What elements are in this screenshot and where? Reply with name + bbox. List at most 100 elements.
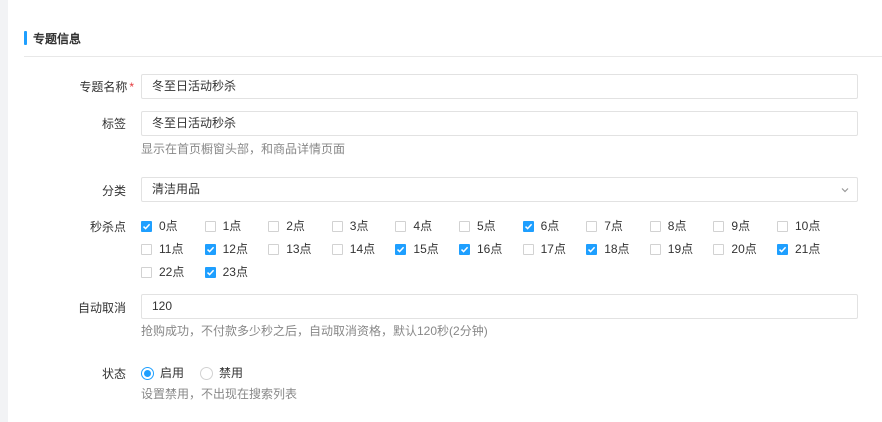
checkbox-unchecked-icon[interactable] xyxy=(268,243,280,255)
checkbox-checked-icon[interactable] xyxy=(522,220,534,232)
checkbox-unchecked-icon[interactable] xyxy=(331,220,343,232)
seckill-hour-option[interactable]: 16点 xyxy=(459,242,502,256)
checkbox-unchecked-icon[interactable] xyxy=(141,266,152,278)
checkbox-unchecked-icon[interactable] xyxy=(522,243,534,255)
seckill-hour-label: 11点 xyxy=(159,242,184,256)
status-hint: 设置禁用，不出现在搜索列表 xyxy=(141,387,298,401)
seckill-hour-option[interactable]: 11点 xyxy=(141,242,183,256)
status-label: 状态 xyxy=(101,367,126,381)
seckill-hour-label: 21点 xyxy=(795,242,821,256)
seckill-hour-option[interactable]: 2点 xyxy=(268,219,305,233)
seckill-hour-option[interactable]: 13点 xyxy=(268,242,312,256)
seckill-hour-option[interactable]: 21点 xyxy=(777,242,820,256)
seckill-hour-option[interactable]: 5点 xyxy=(459,219,496,233)
seckill-hour-label: 7点 xyxy=(604,219,623,233)
left-panel-edge xyxy=(0,0,8,422)
seckill-hour-label: 23点 xyxy=(222,265,248,279)
status-option[interactable]: 禁用 xyxy=(200,366,243,380)
section-title: 专题信息 xyxy=(33,31,82,46)
tag-hint: 显示在首页橱窗头部，和商品详情页面 xyxy=(141,142,346,156)
seckill-hour-option[interactable]: 3点 xyxy=(331,219,369,233)
chevron-down-icon xyxy=(841,187,849,192)
seckill-hour-label: 3点 xyxy=(349,219,369,233)
checkbox-unchecked-icon[interactable] xyxy=(713,220,725,232)
seckill-hour-option[interactable]: 10点 xyxy=(777,219,820,233)
seckill-hour-option[interactable]: 4点 xyxy=(395,219,432,233)
category-label: 分类 xyxy=(101,184,126,198)
checkbox-unchecked-icon[interactable] xyxy=(395,220,407,232)
name-label-row: 专题名称 * xyxy=(8,79,134,95)
seckill-hour-option[interactable]: 18点 xyxy=(586,242,630,256)
seckill-hour-label: 17点 xyxy=(540,242,566,256)
checkbox-checked-icon[interactable] xyxy=(204,266,216,278)
seckill-hour-label: 10点 xyxy=(795,219,821,233)
seckill-hour-option[interactable]: 8点 xyxy=(649,219,687,233)
checkbox-checked-icon[interactable] xyxy=(586,243,598,255)
seckill-hour-option[interactable]: 7点 xyxy=(586,219,623,233)
seckill-hour-label: 16点 xyxy=(477,242,503,256)
seckill-hour-label: 13点 xyxy=(286,242,312,256)
name-label: 专题名称 xyxy=(79,80,128,94)
auto-cancel-input[interactable]: 120 xyxy=(141,294,858,319)
seckill-hour-option[interactable]: 9点 xyxy=(713,219,750,233)
category-select[interactable]: 清洁用品 xyxy=(141,177,858,202)
seckill-hour-option[interactable]: 15点 xyxy=(395,242,439,256)
section-accent-bar xyxy=(24,31,27,45)
seckill-hour-option[interactable]: 19点 xyxy=(649,242,694,256)
seckill-hour-option[interactable]: 12点 xyxy=(204,242,248,256)
seckill-hour-option[interactable]: 0点 xyxy=(141,219,178,233)
category-selected-value: 清洁用品 xyxy=(152,182,201,196)
status-option[interactable]: 启用 xyxy=(141,366,184,380)
seckill-hour-label: 14点 xyxy=(349,242,376,256)
checkbox-unchecked-icon[interactable] xyxy=(331,243,343,255)
seckill-hour-label: 18点 xyxy=(604,242,630,256)
auto-cancel-hint: 抢购成功，不付款多少秒之后，自动取消资格，默认120秒(2分钟) xyxy=(141,324,488,338)
seckill-hour-option[interactable]: 20点 xyxy=(713,242,757,256)
checkbox-unchecked-icon[interactable] xyxy=(713,243,725,255)
seckill-hour-option[interactable]: 22点 xyxy=(141,265,184,279)
section-divider xyxy=(24,56,882,57)
checkbox-checked-icon[interactable] xyxy=(204,243,216,255)
checkbox-unchecked-icon[interactable] xyxy=(268,220,280,232)
seckill-hour-option[interactable]: 17点 xyxy=(522,242,566,256)
seckill-hour-label: 9点 xyxy=(731,219,751,233)
seckill-hour-label: 8点 xyxy=(667,219,687,233)
seckill-hour-label: 5点 xyxy=(477,219,496,233)
seckill-hour-option[interactable]: 23点 xyxy=(204,265,248,279)
seckill-hour-option[interactable]: 14点 xyxy=(331,242,376,256)
checkbox-unchecked-icon[interactable] xyxy=(777,220,788,232)
checkbox-checked-icon[interactable] xyxy=(395,243,407,255)
seckill-hour-label: 1点 xyxy=(222,219,242,233)
seckill-hour-label: 2点 xyxy=(286,219,305,233)
checkbox-checked-icon[interactable] xyxy=(459,243,470,255)
seckill-hour-label: 0点 xyxy=(159,219,178,233)
name-input[interactable]: 冬至日活动秒杀 xyxy=(141,74,858,99)
seckill-hour-option[interactable]: 1点 xyxy=(204,219,242,233)
seckill-hour-label: 4点 xyxy=(413,219,433,233)
checkbox-unchecked-icon[interactable] xyxy=(204,220,216,232)
radio-unselected-icon[interactable] xyxy=(200,366,213,380)
radio-selected-icon[interactable] xyxy=(141,366,154,380)
checkbox-checked-icon[interactable] xyxy=(777,243,788,255)
auto-cancel-label: 自动取消 xyxy=(77,301,126,315)
seckill-label: 秒杀点 xyxy=(89,220,126,234)
checkbox-unchecked-icon[interactable] xyxy=(649,220,661,232)
seckill-hour-label: 15点 xyxy=(413,242,439,256)
checkbox-unchecked-icon[interactable] xyxy=(141,243,152,255)
seckill-hour-label: 22点 xyxy=(159,265,185,279)
section-header: 专题信息 xyxy=(24,30,81,46)
tag-label: 标签 xyxy=(101,117,126,131)
checkbox-checked-icon[interactable] xyxy=(141,220,152,232)
seckill-hour-label: 12点 xyxy=(222,242,248,256)
seckill-hour-label: 6点 xyxy=(540,219,560,233)
seckill-hour-label: 19点 xyxy=(667,242,694,256)
status-option-label: 启用 xyxy=(160,366,185,380)
checkbox-unchecked-icon[interactable] xyxy=(649,243,661,255)
checkbox-unchecked-icon[interactable] xyxy=(586,220,598,232)
tag-input[interactable]: 冬至日活动秒杀 xyxy=(141,111,858,136)
seckill-hour-label: 20点 xyxy=(731,242,757,256)
required-mark: * xyxy=(129,80,134,94)
seckill-hour-option[interactable]: 6点 xyxy=(522,219,560,233)
checkbox-unchecked-icon[interactable] xyxy=(459,220,470,232)
status-option-label: 禁用 xyxy=(219,366,244,380)
